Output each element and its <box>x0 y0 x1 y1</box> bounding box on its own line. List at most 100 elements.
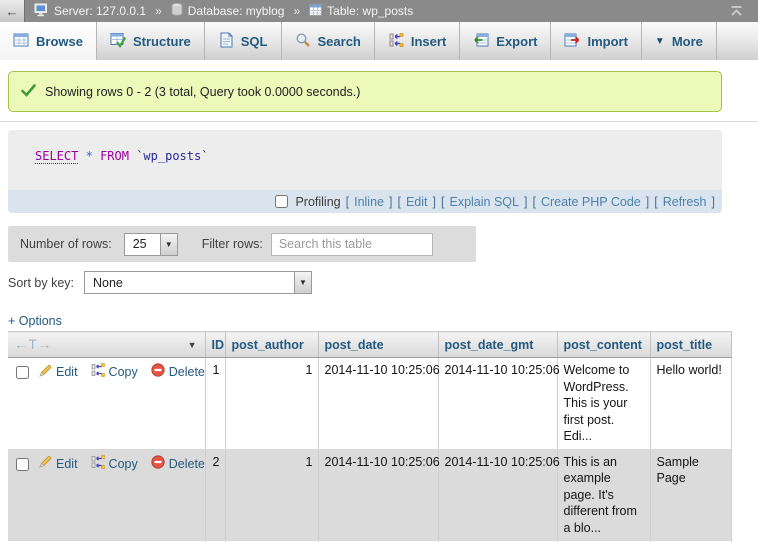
breadcrumb-table[interactable]: Table: wp_posts <box>327 4 413 18</box>
options-toggle-link[interactable]: + Options <box>8 314 62 328</box>
tab-label: Export <box>496 34 537 49</box>
actions-header: ←T→ ▼ <box>8 332 205 358</box>
copy-icon <box>91 363 105 382</box>
tab-more[interactable]: ▼ More <box>642 22 717 60</box>
profiling-checkbox[interactable] <box>275 195 288 208</box>
row-checkbox[interactable] <box>16 366 29 379</box>
delete-row-link[interactable]: Delete <box>151 363 205 382</box>
row-checkbox[interactable] <box>16 458 29 471</box>
breadcrumb-bar: ← Server: 127.0.0.1 » Database: myblog »… <box>0 0 758 22</box>
tab-import[interactable]: Import <box>551 22 641 60</box>
structure-icon <box>110 32 126 51</box>
edit-row-link[interactable]: Edit <box>39 364 78 382</box>
sort-row: Sort by key: None ▼ <box>8 271 312 294</box>
sql-query-box: SELECT * FROM `wp_posts` Profiling [ Inl… <box>8 130 722 213</box>
cell-post-author: 1 <box>225 449 318 541</box>
cell-id: 2 <box>205 449 225 541</box>
copy-row-link[interactable]: Copy <box>91 455 138 474</box>
tab-export[interactable]: Export <box>460 22 551 60</box>
status-message-text: Showing rows 0 - 2 (3 total, Query took … <box>45 85 360 99</box>
breadcrumb-database[interactable]: Database: myblog <box>188 4 285 18</box>
refresh-link[interactable]: Refresh <box>663 195 707 209</box>
sql-icon <box>218 32 234 51</box>
tab-browse[interactable]: Browse <box>0 22 97 60</box>
row-actions: Edit Copy Delete <box>8 358 205 450</box>
sql-keyword-from: FROM <box>100 149 129 163</box>
delete-row-link[interactable]: Delete <box>151 455 205 474</box>
sql-toolbar: Profiling [ Inline ] [ Edit ] [ Explain … <box>8 190 722 213</box>
rows-per-page-value: 25 <box>125 234 160 255</box>
breadcrumb-server[interactable]: Server: 127.0.0.1 <box>54 4 146 18</box>
sort-by-key-label: Sort by key: <box>8 276 74 290</box>
copy-icon <box>91 455 105 474</box>
cell-post-author: 1 <box>225 358 318 450</box>
sql-query[interactable]: SELECT * FROM `wp_posts` <box>8 130 722 190</box>
number-of-rows-label: Number of rows: <box>20 237 112 251</box>
profiling-label: Profiling <box>295 195 340 209</box>
tab-sql[interactable]: SQL <box>205 22 282 60</box>
create-php-code-link[interactable]: Create PHP Code <box>541 195 641 209</box>
filter-search-input[interactable] <box>271 233 433 256</box>
inline-link[interactable]: Inline <box>354 195 384 209</box>
pencil-icon <box>39 364 52 382</box>
column-header-post-author[interactable]: post_author <box>225 332 318 358</box>
delete-icon <box>151 363 165 382</box>
tab-label: Insert <box>411 34 446 49</box>
phpmyadmin-window: ← Server: 127.0.0.1 » Database: myblog »… <box>0 0 758 542</box>
column-header-post-date[interactable]: post_date <box>318 332 438 358</box>
server-icon <box>34 3 49 20</box>
cell-post-date-gmt: 2014-11-10 10:25:06 <box>438 449 557 541</box>
column-reorder-icon[interactable]: ←T→ <box>14 337 52 352</box>
status-message: Showing rows 0 - 2 (3 total, Query took … <box>8 71 722 112</box>
tab-label: Structure <box>133 34 191 49</box>
copy-row-link[interactable]: Copy <box>91 363 138 382</box>
column-header-id[interactable]: ID <box>205 332 225 358</box>
tab-label: Browse <box>36 34 83 49</box>
cell-post-content: Welcome to WordPress. This is your first… <box>557 358 650 450</box>
pencil-icon <box>39 455 52 473</box>
success-check-icon <box>21 84 36 100</box>
rows-per-page-select[interactable]: 25 ▼ <box>124 233 178 256</box>
export-icon <box>473 32 489 51</box>
chevron-down-icon: ▼ <box>655 36 665 47</box>
sort-descending-icon[interactable]: ▼ <box>188 340 197 350</box>
tab-label: More <box>672 34 703 49</box>
tab-label: SQL <box>241 34 268 49</box>
row-actions: Edit Copy Delete <box>8 449 205 541</box>
table-row: Edit Copy Delete 1 1 2014-11-10 10:25:06… <box>8 358 731 450</box>
back-button[interactable]: ← <box>0 0 25 22</box>
column-header-post-title[interactable]: post_title <box>650 332 731 358</box>
database-icon <box>171 3 183 19</box>
edit-row-link[interactable]: Edit <box>39 455 78 473</box>
table-row: Edit Copy Delete 2 1 2014-11-10 10:25:06… <box>8 449 731 541</box>
breadcrumb-separator: » <box>293 4 300 18</box>
tab-structure[interactable]: Structure <box>97 22 205 60</box>
cell-post-date: 2014-11-10 10:25:06 <box>318 449 438 541</box>
filter-rows-label: Filter rows: <box>202 237 263 251</box>
rows-control-bar: Number of rows: 25 ▼ Filter rows: <box>8 226 476 262</box>
sql-table-identifier: `wp_posts` <box>136 149 208 163</box>
tab-search[interactable]: Search <box>282 22 375 60</box>
column-header-post-content[interactable]: post_content <box>557 332 650 358</box>
divider <box>0 121 758 122</box>
chevron-down-icon: ▼ <box>160 234 177 255</box>
results-table: ←T→ ▼ ID post_author post_date post_date… <box>8 331 732 542</box>
cell-post-date: 2014-11-10 10:25:06 <box>318 358 438 450</box>
explain-sql-link[interactable]: Explain SQL <box>449 195 518 209</box>
breadcrumb-separator: » <box>155 4 162 18</box>
tab-insert[interactable]: Insert <box>375 22 460 60</box>
breadcrumb: Server: 127.0.0.1 » Database: myblog » T… <box>34 3 413 20</box>
table-header-row: ←T→ ▼ ID post_author post_date post_date… <box>8 332 731 358</box>
column-header-post-date-gmt[interactable]: post_date_gmt <box>438 332 557 358</box>
search-icon <box>295 32 311 51</box>
cell-post-title: Hello world! <box>650 358 731 450</box>
sort-by-key-select[interactable]: None ▼ <box>84 271 312 294</box>
edit-query-link[interactable]: Edit <box>406 195 428 209</box>
import-icon <box>564 32 580 51</box>
chevron-down-icon: ▼ <box>294 272 311 293</box>
tab-bar: Browse Structure SQL Search Insert <box>0 22 758 60</box>
sql-keyword-select[interactable]: SELECT <box>35 149 78 164</box>
collapse-panel-icon[interactable] <box>729 5 744 17</box>
sort-by-key-value: None <box>85 272 294 293</box>
insert-icon <box>388 32 404 51</box>
